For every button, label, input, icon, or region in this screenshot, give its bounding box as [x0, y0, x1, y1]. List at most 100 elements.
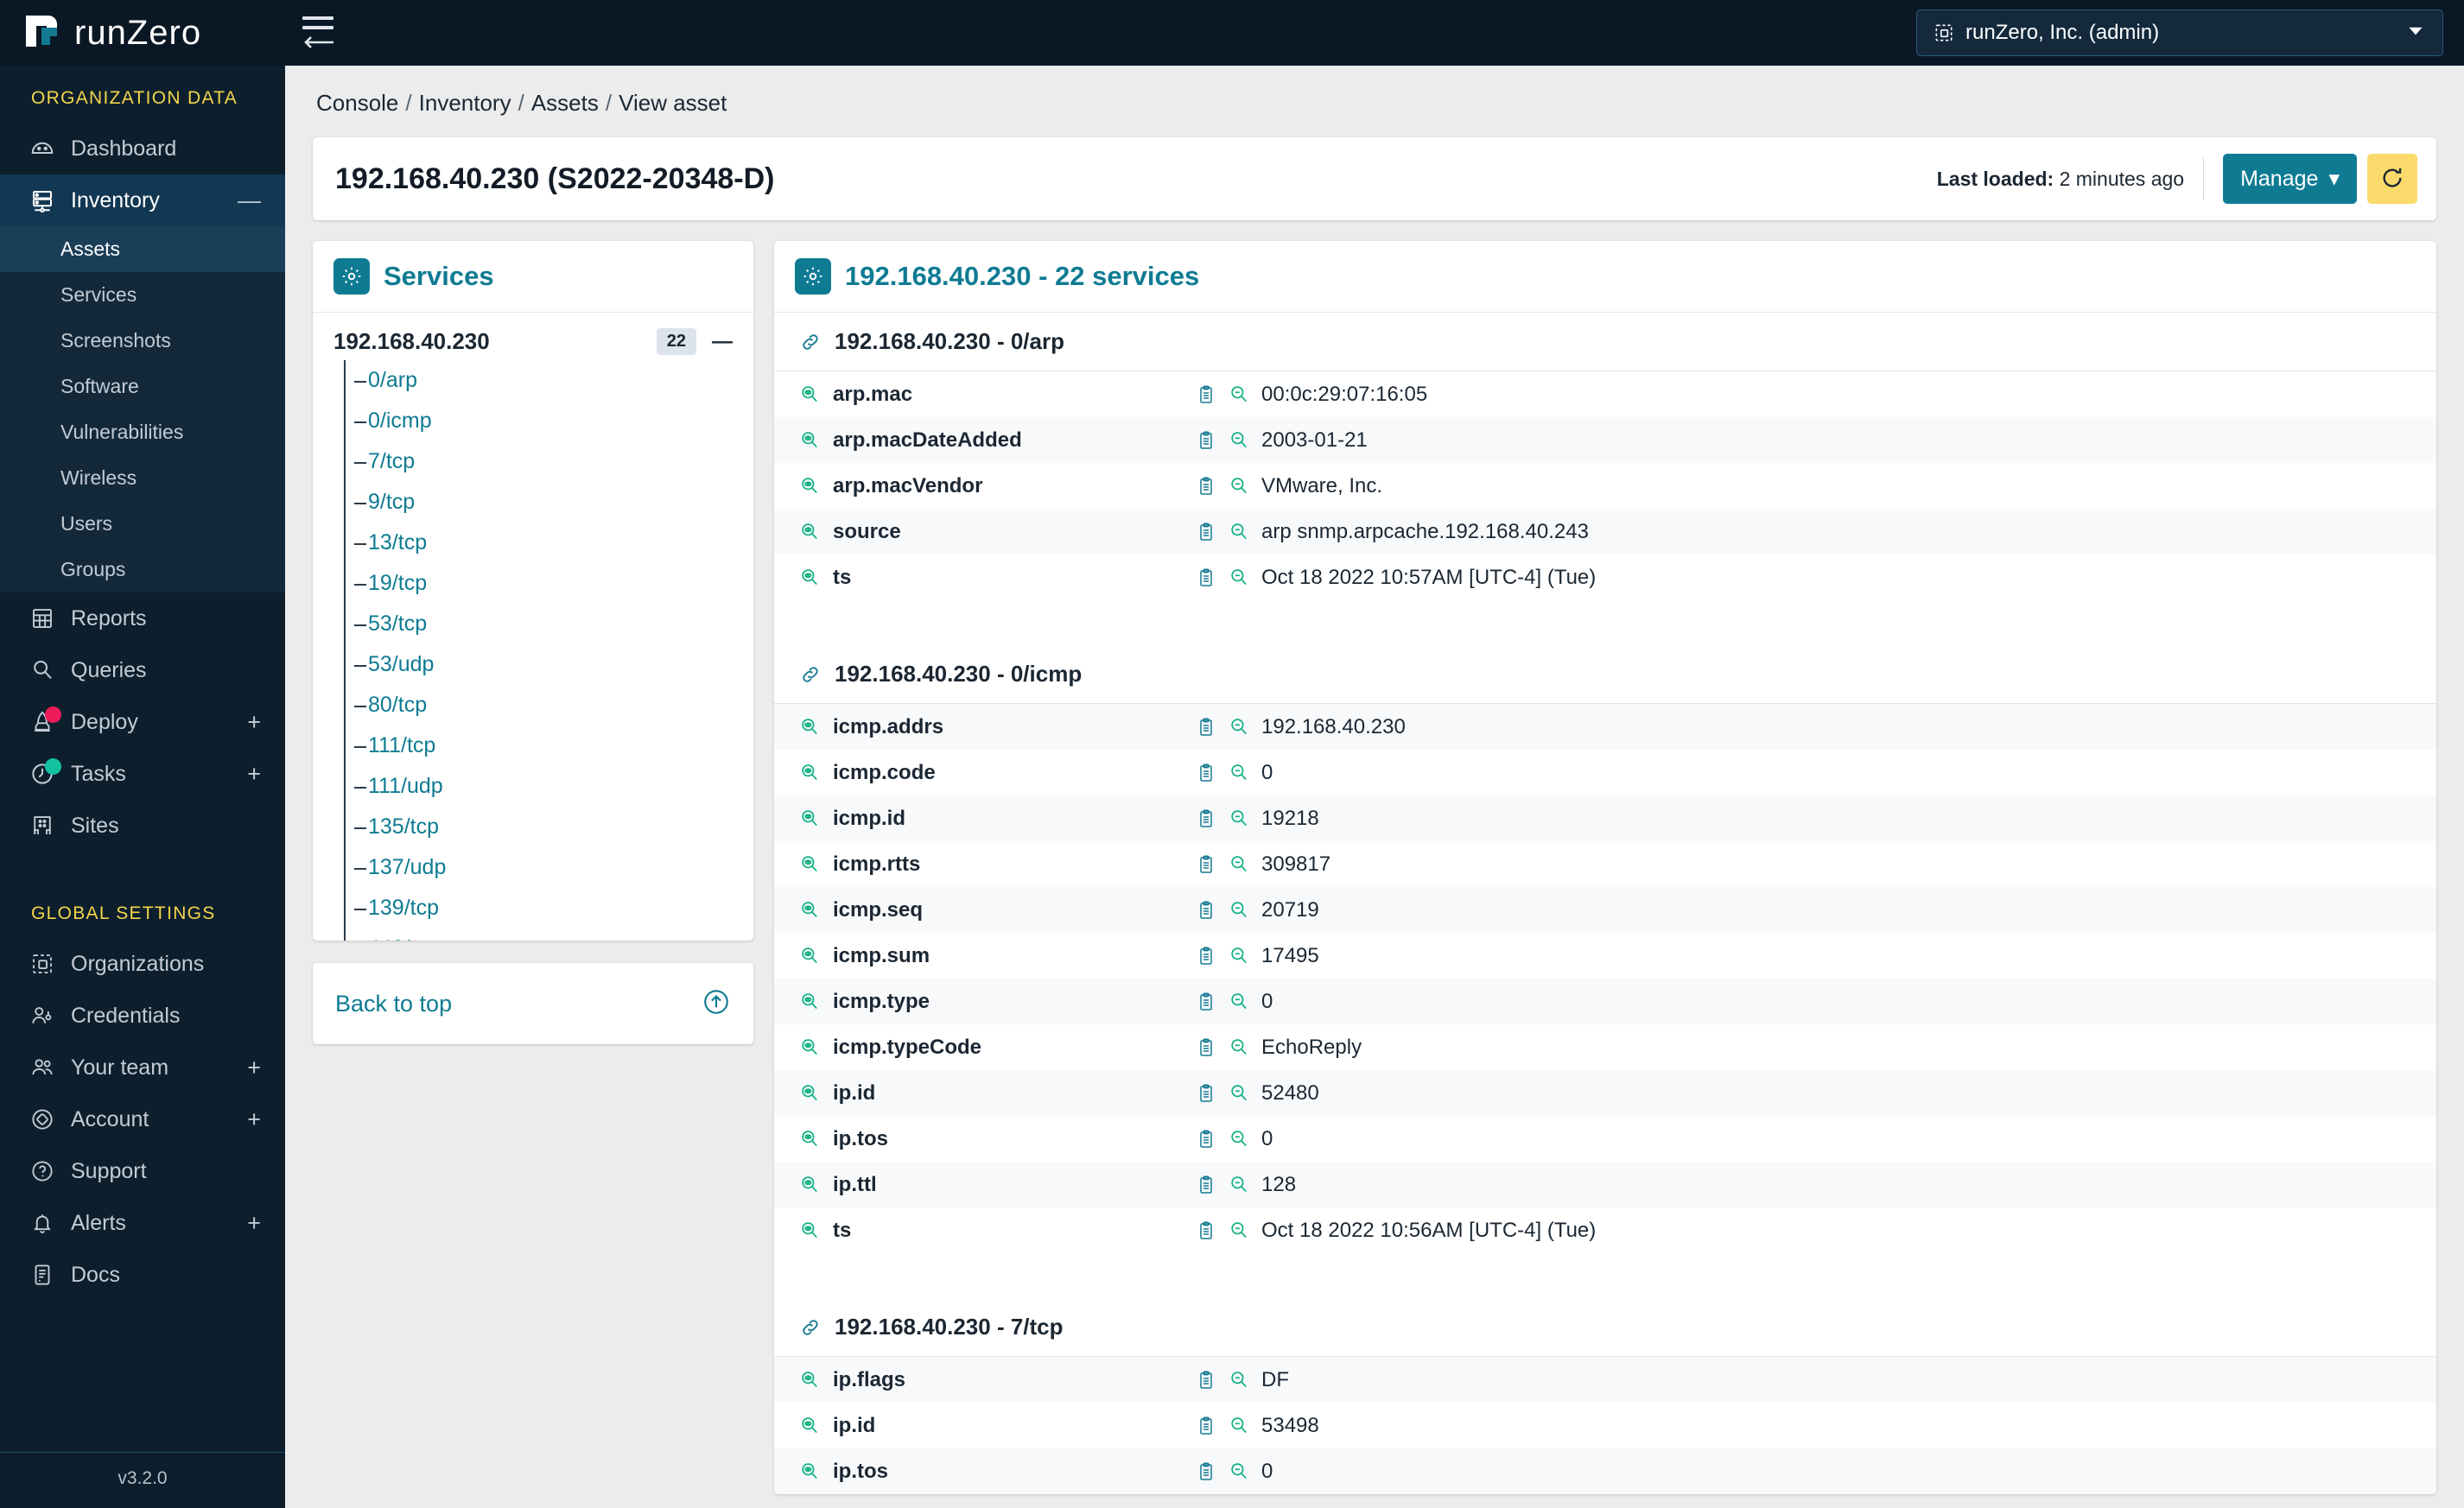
search-minus-icon[interactable] — [1228, 383, 1250, 406]
search-minus-icon[interactable] — [1228, 716, 1250, 738]
search-eye-icon[interactable] — [798, 808, 821, 830]
service-port-item[interactable]: 111/tcp — [344, 725, 733, 766]
copy-clipboard-icon[interactable] — [1196, 522, 1216, 542]
brand-logo[interactable]: runZero — [0, 0, 285, 66]
copy-clipboard-icon[interactable] — [1196, 854, 1216, 875]
breadcrumb-console[interactable]: Console — [316, 90, 398, 116]
search-eye-icon[interactable] — [798, 1415, 821, 1437]
search-minus-icon[interactable] — [1228, 808, 1250, 830]
copy-clipboard-icon[interactable] — [1196, 1416, 1216, 1436]
refresh-button[interactable] — [2367, 154, 2417, 204]
copy-clipboard-icon[interactable] — [1196, 1220, 1216, 1241]
sidebar-item-alerts[interactable]: Alerts + — [0, 1197, 285, 1249]
search-eye-icon[interactable] — [798, 1036, 821, 1059]
sidebar-item-tasks[interactable]: Tasks + — [0, 748, 285, 800]
service-group-header[interactable]: 192.168.40.230 - 0/arp — [774, 313, 2436, 371]
search-eye-icon[interactable] — [798, 1220, 821, 1242]
sidebar-item-groups[interactable]: Groups — [0, 547, 285, 592]
sidebar-item-assets[interactable]: Assets — [0, 226, 285, 272]
search-eye-icon[interactable] — [798, 1082, 821, 1105]
service-group-header[interactable]: 192.168.40.230 - 0/icmp — [774, 645, 2436, 704]
search-minus-icon[interactable] — [1228, 1082, 1250, 1105]
search-minus-icon[interactable] — [1228, 991, 1250, 1013]
copy-clipboard-icon[interactable] — [1196, 808, 1216, 829]
search-eye-icon[interactable] — [798, 899, 821, 922]
copy-clipboard-icon[interactable] — [1196, 717, 1216, 738]
add-task-icon[interactable]: + — [247, 762, 261, 786]
sidebar-item-queries[interactable]: Queries — [0, 644, 285, 696]
service-port-item[interactable]: 53/udp — [344, 644, 733, 685]
sidebar-item-inventory[interactable]: Inventory — — [0, 174, 285, 226]
sidebar-item-services[interactable]: Services — [0, 272, 285, 318]
sidebar-item-organizations[interactable]: Organizations — [0, 938, 285, 990]
service-group-header[interactable]: 192.168.40.230 - 7/tcp — [774, 1298, 2436, 1357]
service-port-item[interactable]: 7/tcp — [344, 441, 733, 482]
service-port-item[interactable]: 443/tcp — [344, 928, 733, 941]
service-port-item[interactable]: 9/tcp — [344, 482, 733, 523]
sidebar-item-screenshots[interactable]: Screenshots — [0, 318, 285, 364]
search-minus-icon[interactable] — [1228, 475, 1250, 497]
service-port-item[interactable]: 53/tcp — [344, 604, 733, 644]
search-eye-icon[interactable] — [798, 716, 821, 738]
sidebar-item-credentials[interactable]: Credentials — [0, 990, 285, 1042]
search-minus-icon[interactable] — [1228, 1174, 1250, 1196]
service-port-item[interactable]: 0/arp — [344, 360, 733, 401]
add-alert-icon[interactable]: + — [247, 1211, 261, 1235]
search-minus-icon[interactable] — [1228, 1415, 1250, 1437]
search-minus-icon[interactable] — [1228, 1036, 1250, 1059]
search-eye-icon[interactable] — [798, 762, 821, 784]
copy-clipboard-icon[interactable] — [1196, 1175, 1216, 1195]
sidebar-item-your-team[interactable]: Your team + — [0, 1042, 285, 1093]
hamburger-icon[interactable] — [302, 14, 340, 52]
sidebar-item-dashboard[interactable]: Dashboard — [0, 123, 285, 174]
sidebar-item-docs[interactable]: Docs — [0, 1249, 285, 1301]
search-minus-icon[interactable] — [1228, 1369, 1250, 1391]
sidebar-item-vulnerabilities[interactable]: Vulnerabilities — [0, 409, 285, 455]
search-eye-icon[interactable] — [798, 1174, 821, 1196]
service-port-item[interactable]: 111/udp — [344, 766, 733, 807]
service-port-item[interactable]: 19/tcp — [344, 563, 733, 604]
search-minus-icon[interactable] — [1228, 567, 1250, 589]
service-port-item[interactable]: 0/icmp — [344, 401, 733, 441]
copy-clipboard-icon[interactable] — [1196, 1083, 1216, 1104]
search-eye-icon[interactable] — [798, 945, 821, 967]
search-eye-icon[interactable] — [798, 521, 821, 543]
search-eye-icon[interactable] — [798, 1128, 821, 1150]
copy-clipboard-icon[interactable] — [1196, 567, 1216, 588]
sidebar-item-sites[interactable]: Sites — [0, 800, 285, 852]
copy-clipboard-icon[interactable] — [1196, 1370, 1216, 1391]
search-eye-icon[interactable] — [798, 429, 821, 452]
search-eye-icon[interactable] — [798, 1369, 821, 1391]
search-minus-icon[interactable] — [1228, 853, 1250, 876]
copy-clipboard-icon[interactable] — [1196, 1461, 1216, 1482]
sidebar-item-support[interactable]: Support — [0, 1145, 285, 1197]
sidebar-item-account[interactable]: Account + — [0, 1093, 285, 1145]
search-eye-icon[interactable] — [798, 475, 821, 497]
search-eye-icon[interactable] — [798, 567, 821, 589]
search-eye-icon[interactable] — [798, 1460, 821, 1483]
service-port-item[interactable]: 137/udp — [344, 847, 733, 888]
breadcrumb-inventory[interactable]: Inventory — [419, 90, 511, 116]
sidebar-item-deploy[interactable]: Deploy + — [0, 696, 285, 748]
sidebar-toggle[interactable] — [302, 14, 340, 52]
search-minus-icon[interactable] — [1228, 429, 1250, 452]
sidebar-item-users[interactable]: Users — [0, 501, 285, 547]
breadcrumb-assets[interactable]: Assets — [531, 90, 599, 116]
add-account-icon[interactable]: + — [247, 1107, 261, 1131]
copy-clipboard-icon[interactable] — [1196, 900, 1216, 921]
copy-clipboard-icon[interactable] — [1196, 1037, 1216, 1058]
search-minus-icon[interactable] — [1228, 945, 1250, 967]
search-eye-icon[interactable] — [798, 853, 821, 876]
collapse-inventory-icon[interactable]: — — [238, 188, 261, 212]
manage-button[interactable]: Manage ▾ — [2223, 154, 2357, 204]
sidebar-item-reports[interactable]: Reports — [0, 592, 285, 644]
search-minus-icon[interactable] — [1228, 1460, 1250, 1483]
copy-clipboard-icon[interactable] — [1196, 430, 1216, 451]
service-port-item[interactable]: 139/tcp — [344, 888, 733, 928]
services-tree-root[interactable]: 192.168.40.230 22 — — [333, 328, 733, 360]
search-eye-icon[interactable] — [798, 383, 821, 406]
sidebar-item-wireless[interactable]: Wireless — [0, 455, 285, 501]
copy-clipboard-icon[interactable] — [1196, 992, 1216, 1012]
search-minus-icon[interactable] — [1228, 1220, 1250, 1242]
copy-clipboard-icon[interactable] — [1196, 763, 1216, 783]
